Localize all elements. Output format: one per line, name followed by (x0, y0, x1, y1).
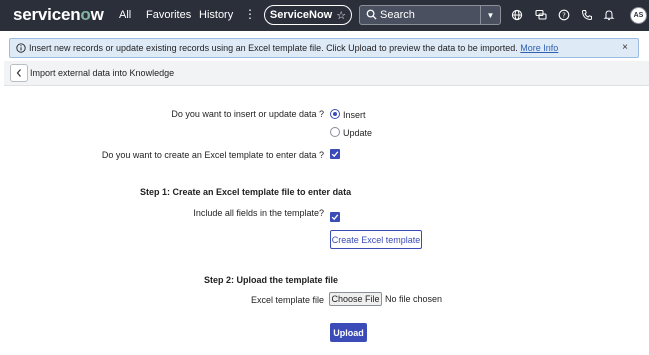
update-radio[interactable] (330, 127, 340, 137)
file-status: No file chosen (385, 294, 443, 304)
insert-radio-label[interactable]: Insert (343, 110, 366, 120)
star-icon[interactable]: ☆ (336, 9, 346, 22)
top-navigation-bar: servicenow All Favorites History ⋮ Servi… (0, 0, 649, 31)
excel-file-label: Excel template file (250, 295, 324, 305)
banner-message: Insert new records or update existing re… (29, 43, 558, 53)
user-avatar[interactable]: AS (630, 7, 647, 24)
info-banner: Insert new records or update existing re… (9, 38, 639, 58)
svg-text:?: ? (562, 12, 566, 20)
insert-update-question: Do you want to insert or update data ? (171, 109, 324, 119)
globe-icon[interactable] (511, 9, 523, 21)
create-template-checkbox[interactable] (330, 149, 340, 159)
chevron-left-icon (16, 69, 21, 77)
include-fields-checkbox[interactable] (330, 212, 340, 222)
phone-icon[interactable] (581, 9, 593, 21)
chat-icon[interactable] (535, 9, 547, 21)
page-title: Import external data into Knowledge (30, 68, 175, 78)
banner-text: Insert new records or update existing re… (29, 43, 518, 53)
search-icon (366, 9, 377, 20)
choose-file-button[interactable]: Choose File (329, 292, 382, 306)
back-button[interactable] (10, 64, 28, 82)
kebab-icon[interactable]: ⋮ (244, 7, 256, 21)
close-icon[interactable]: × (622, 42, 628, 53)
context-pill-label: ServiceNow (269, 9, 333, 21)
checkmark-icon (331, 214, 339, 221)
update-radio-label[interactable]: Update (343, 128, 372, 138)
logo-accent-letter: o (80, 5, 91, 24)
step1-title: Step 1: Create an Excel template file to… (140, 187, 352, 197)
servicenow-logo[interactable]: servicenow (13, 5, 104, 25)
search-input[interactable]: Search (380, 9, 415, 21)
upload-button[interactable]: Upload (330, 323, 367, 342)
step2-title: Step 2: Upload the template file (204, 275, 339, 285)
global-search[interactable]: Search ▼ (359, 5, 501, 25)
create-excel-template-button[interactable]: Create Excel template (330, 230, 422, 249)
nav-history[interactable]: History (199, 9, 233, 21)
checkmark-icon (331, 151, 339, 158)
nav-all[interactable]: All (119, 9, 131, 21)
info-icon (16, 43, 26, 53)
bell-icon[interactable] (603, 9, 615, 21)
search-dropdown-icon[interactable]: ▼ (480, 6, 500, 24)
nav-favorites[interactable]: Favorites (146, 9, 191, 21)
insert-radio[interactable] (330, 109, 340, 119)
create-template-question: Do you want to create an Excel template … (101, 150, 324, 160)
help-icon[interactable]: ? (558, 9, 570, 21)
include-fields-question: Include all fields in the template? (193, 208, 324, 218)
page-header: Import external data into Knowledge (4, 61, 649, 86)
more-info-link[interactable]: More Info (520, 43, 558, 53)
context-pill[interactable]: ServiceNow ☆ (264, 5, 352, 25)
